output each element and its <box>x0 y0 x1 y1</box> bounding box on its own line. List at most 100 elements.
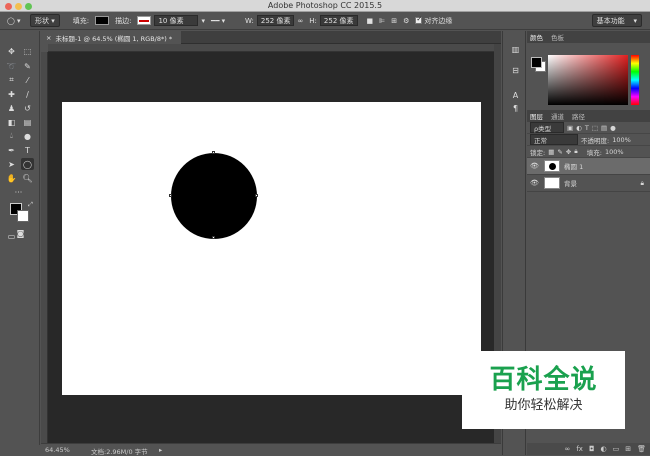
opacity-value[interactable]: 100% <box>612 136 631 144</box>
clone-stamp-tool-icon[interactable]: ♟ <box>5 102 18 114</box>
link-layers-icon[interactable]: ∞ <box>565 445 571 453</box>
document-canvas[interactable] <box>62 102 481 395</box>
tool-mode-dropdown[interactable]: 形状 ▾ <box>30 14 60 27</box>
ellipse-tool-preset[interactable]: ◯ ▾ <box>4 14 30 27</box>
lock-position-icon[interactable]: ✥ <box>566 148 571 156</box>
tab-swatches[interactable]: 色板 <box>551 32 564 42</box>
history-panel-icon[interactable]: ▥ <box>509 43 522 55</box>
paragraph-panel-icon[interactable]: ¶ <box>509 102 522 114</box>
horizontal-ruler <box>48 44 494 52</box>
filter-kind-dropdown[interactable]: ρ类型 <box>530 122 564 133</box>
quick-selection-tool-icon[interactable]: ✎ <box>21 60 34 72</box>
layer-name: 背景 <box>564 180 577 188</box>
fill-swatch-button[interactable] <box>92 14 112 27</box>
lock-transparent-icon[interactable]: ▦ <box>548 148 554 156</box>
filter-adjustment-icon[interactable]: ◐ <box>576 124 582 132</box>
stroke-width-field[interactable]: 10 像素 <box>154 15 199 26</box>
visibility-eye-icon[interactable]: 👁︎ <box>530 179 540 187</box>
eraser-tool-icon[interactable]: ◧ <box>5 116 18 128</box>
close-tab-icon[interactable]: × <box>46 34 51 42</box>
new-group-icon[interactable]: ▭ <box>613 445 620 453</box>
tab-layers[interactable]: 图层 <box>530 111 543 121</box>
character-panel-icon[interactable]: A <box>509 89 522 101</box>
new-adjustment-icon[interactable]: ◐ <box>601 445 607 453</box>
healing-brush-tool-icon[interactable]: ✚ <box>5 88 18 100</box>
path-alignment-icon[interactable]: ⊫ <box>376 14 388 27</box>
panel-foreground-swatch[interactable] <box>531 57 542 68</box>
anchor-point-bottom[interactable] <box>212 236 215 239</box>
stroke-type-dropdown[interactable]: ━━ ▾ <box>208 14 242 27</box>
zoom-tool-icon[interactable]: 🔍︎ <box>21 172 34 184</box>
anchor-point-left[interactable] <box>169 194 172 197</box>
color-field[interactable] <box>548 55 628 105</box>
layer-row[interactable]: 👁︎ 背景 🔒︎ <box>527 175 650 192</box>
layers-panel: 图层 通道 路径 ρ类型 ▣ ◐ T ⬚ ▤ ● 正常 不透明度: 100% 锁… <box>527 110 650 192</box>
marquee-tool-icon[interactable]: ⬚ <box>21 45 34 57</box>
workspace-dropdown[interactable]: 基本功能 ▾ <box>591 14 642 27</box>
background-color-swatch[interactable] <box>17 210 29 222</box>
anchor-point-right[interactable] <box>255 194 258 197</box>
add-mask-icon[interactable]: ◘ <box>589 445 595 453</box>
tab-channels[interactable]: 通道 <box>551 111 564 121</box>
layer-row[interactable]: 👁︎ 椭圆 1 <box>527 158 650 175</box>
status-menu-icon[interactable]: ▸ <box>159 446 162 454</box>
delete-layer-icon[interactable]: 🗑︎ <box>637 445 646 453</box>
align-edges-checkbox[interactable]: 对齐边缘 <box>412 14 455 27</box>
lock-icon: 🔒︎ <box>640 178 644 187</box>
blur-tool-icon[interactable]: 💧︎ <box>5 130 18 142</box>
more-tools-icon[interactable]: ··· <box>12 186 25 198</box>
window-title: Adobe Photoshop CC 2015.5 <box>267 1 383 10</box>
tools-panel: ✥ ⬚ ➰ ✎ ⌗ ⁄ ✚ ∕ ♟ ↺ ◧ ▤ 💧︎ ● ✒ T ➤ ◯ ✋ 🔍… <box>0 31 40 445</box>
screen-mode-icon[interactable]: ▭ <box>5 230 18 242</box>
type-tool-icon[interactable]: T <box>21 144 34 156</box>
fill-value[interactable]: 100% <box>605 148 624 156</box>
filter-pixel-icon[interactable]: ▣ <box>567 124 573 132</box>
height-field[interactable]: 252 像素 <box>319 15 358 26</box>
lock-image-icon[interactable]: ✎ <box>557 148 562 156</box>
pen-tool-icon[interactable]: ✒ <box>5 144 18 156</box>
anchor-point-top[interactable] <box>212 151 215 154</box>
width-field[interactable]: 252 像素 <box>256 15 295 26</box>
ellipse-tool-icon[interactable]: ◯ <box>21 158 34 170</box>
ellipse-shape[interactable] <box>171 153 257 239</box>
tab-paths[interactable]: 路径 <box>572 111 585 121</box>
lock-all-icon[interactable]: 🔒︎ <box>574 147 577 156</box>
visibility-eye-icon[interactable]: 👁︎ <box>530 162 540 170</box>
link-icon[interactable]: ∞ <box>294 14 306 27</box>
dodge-tool-icon[interactable]: ● <box>21 130 34 142</box>
hand-tool-icon[interactable]: ✋ <box>5 172 18 184</box>
gear-icon[interactable]: ⚙ <box>400 14 412 27</box>
stroke-swatch-button[interactable] <box>134 14 154 27</box>
document-tab[interactable]: × 未标题-1 @ 64.5% (椭圆 1, RGB/8*) * <box>41 31 181 44</box>
crop-tool-icon[interactable]: ⌗ <box>5 74 18 86</box>
gradient-tool-icon[interactable]: ▤ <box>21 116 34 128</box>
swap-colors-icon[interactable]: ⤢ <box>24 199 37 211</box>
fill-label: 填充: <box>586 148 602 157</box>
height-value: 252 像素 <box>323 16 354 25</box>
new-layer-icon[interactable]: ⊞ <box>625 445 631 453</box>
stroke-label: 描边: <box>115 16 132 25</box>
filter-smart-object-icon[interactable]: ▤ <box>601 124 607 132</box>
blend-mode-dropdown[interactable]: 正常 <box>530 134 578 145</box>
stroke-width-dropdown[interactable]: ▾ <box>198 14 208 27</box>
history-brush-tool-icon[interactable]: ↺ <box>21 102 34 114</box>
fill-label: 填充: <box>72 16 90 25</box>
brush-tool-icon[interactable]: ∕ <box>21 88 34 100</box>
hue-slider[interactable] <box>631 55 639 105</box>
watermark-title: 百科全说 <box>489 365 598 395</box>
properties-panel-icon[interactable]: ⊟ <box>509 64 522 76</box>
tab-color[interactable]: 颜色 <box>530 32 543 42</box>
filter-shape-icon[interactable]: ⬚ <box>592 124 598 132</box>
eyedropper-tool-icon[interactable]: ⁄ <box>21 74 34 86</box>
move-tool-icon[interactable]: ✥ <box>5 45 18 57</box>
filter-toggle-icon[interactable]: ● <box>610 124 616 132</box>
path-arrangement-icon[interactable]: ⊞ <box>388 14 400 27</box>
filter-type-icon[interactable]: T <box>585 124 589 132</box>
vertical-ruler <box>41 52 48 443</box>
path-operations-icon[interactable]: ■ <box>364 14 377 27</box>
lasso-tool-icon[interactable]: ➰ <box>5 60 18 72</box>
zoom-level[interactable]: 64.45% <box>45 446 70 454</box>
layer-style-icon[interactable]: fx <box>576 445 583 453</box>
watermark-subtitle: 助你轻松解决 <box>504 398 583 413</box>
path-selection-tool-icon[interactable]: ➤ <box>5 158 18 170</box>
